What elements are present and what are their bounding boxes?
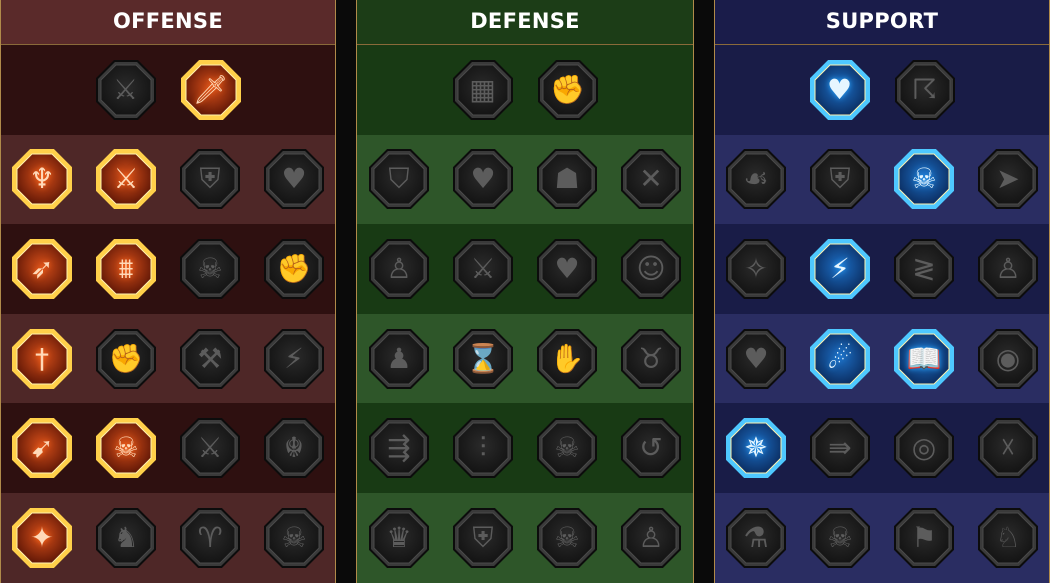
defense-skill-node[interactable]: ♙: [619, 506, 683, 570]
offense-skill-node[interactable]: ⛨: [178, 147, 242, 211]
offense-skill-node[interactable]: ☬: [262, 416, 326, 480]
support-tier-3: ✧ ⚡ ≷ ♙: [715, 224, 1049, 314]
defense-skill-node[interactable]: ☠: [535, 416, 599, 480]
support-skill-node[interactable]: ☓: [976, 416, 1040, 480]
defense-skill-node[interactable]: ✋: [535, 327, 599, 391]
support-skill-node[interactable]: ☄: [808, 327, 872, 391]
support-skill-node[interactable]: ⛨: [808, 147, 872, 211]
support-skill-node[interactable]: ☠: [808, 506, 872, 570]
offense-title: OFFENSE: [1, 0, 335, 45]
defense-skill-node[interactable]: ↺: [619, 416, 683, 480]
support-tier-4: ♥ ☄ 📖 ◉: [715, 313, 1049, 404]
support-skill-node[interactable]: ➤: [976, 147, 1040, 211]
offense-skill-node[interactable]: ♞: [94, 506, 158, 570]
defense-skill-node[interactable]: ♥: [535, 237, 599, 301]
support-skill-node[interactable]: ♥: [808, 58, 872, 122]
offense-skill-node[interactable]: ⚔: [178, 416, 242, 480]
defense-tier-6: ♛ ⛨ ☠ ♙: [357, 492, 693, 583]
defense-panel: DEFENSE ▦ ✊ ⛉ ♥ ☗ ✕ ♙ ⚔ ♥ ☺ ♟ ⌛ ✋ ♉ ⇶ ⫶ ☠ ↺ ♛ ⛨ ☠ ♙: [356, 0, 694, 583]
offense-skill-node[interactable]: ⚔: [94, 147, 158, 211]
support-panel: SUPPORT ♥ ☈ ☙ ⛨ ☠ ➤ ✧ ⚡ ≷ ♙ ♥ ☄ 📖 ◉ ✵ ⇛ ◎ ☓ ⚗ ☠ ⚑ ♘: [714, 0, 1050, 583]
offense-skill-node[interactable]: ♆: [10, 147, 74, 211]
offense-skill-tree: ⚔ 🗡 ♆ ⚔ ⛨ ♥ ➶ ⩩ ☠ ✊ † ✊ ⚒ ⚡ ➹ ☠ ⚔ ☬ ✦ ♞ ♈ ☠: [1, 45, 335, 583]
support-skill-node[interactable]: ♘: [976, 506, 1040, 570]
offense-skill-node[interactable]: ⚡: [262, 327, 326, 391]
offense-skill-node[interactable]: ♈: [178, 506, 242, 570]
support-skill-node[interactable]: 📖: [892, 327, 956, 391]
offense-skill-node[interactable]: ➹: [10, 416, 74, 480]
support-tier-6: ⚗ ☠ ⚑ ♘: [715, 492, 1049, 583]
support-skill-node[interactable]: ⚑: [892, 506, 956, 570]
offense-tier-5: ➹ ☠ ⚔ ☬: [1, 403, 335, 493]
defense-skill-node[interactable]: ☗: [535, 147, 599, 211]
offense-skill-node[interactable]: ☠: [178, 237, 242, 301]
support-skill-node[interactable]: ◉: [976, 327, 1040, 391]
offense-skill-node[interactable]: ➶: [10, 237, 74, 301]
defense-skill-node[interactable]: ▦: [451, 58, 515, 122]
defense-tier-4: ♟ ⌛ ✋ ♉: [357, 313, 693, 404]
defense-skill-node[interactable]: ✊: [536, 58, 600, 122]
defense-skill-node[interactable]: ⚔: [451, 237, 515, 301]
offense-tier-4: † ✊ ⚒ ⚡: [1, 313, 335, 404]
support-skill-node[interactable]: ☈: [893, 58, 957, 122]
support-skill-node[interactable]: ◎: [892, 416, 956, 480]
support-skill-tree: ♥ ☈ ☙ ⛨ ☠ ➤ ✧ ⚡ ≷ ♙ ♥ ☄ 📖 ◉ ✵ ⇛ ◎ ☓ ⚗ ☠ ⚑ ♘: [715, 45, 1049, 583]
defense-tier-2: ⛉ ♥ ☗ ✕: [357, 134, 693, 225]
support-tier-5: ✵ ⇛ ◎ ☓: [715, 403, 1049, 493]
offense-skill-node[interactable]: †: [10, 327, 74, 391]
defense-skill-node[interactable]: ⌛: [451, 327, 515, 391]
support-skill-node[interactable]: ⇛: [808, 416, 872, 480]
offense-skill-node[interactable]: ☠: [94, 416, 158, 480]
offense-tier-6: ✦ ♞ ♈ ☠: [1, 492, 335, 583]
defense-skill-node[interactable]: ♥: [451, 147, 515, 211]
defense-skill-node[interactable]: ⫶: [451, 416, 515, 480]
support-tier-1: ♥ ☈: [715, 45, 1049, 135]
offense-skill-node[interactable]: ⚒: [178, 327, 242, 391]
offense-skill-node[interactable]: ☠: [262, 506, 326, 570]
defense-skill-node[interactable]: ♙: [367, 237, 431, 301]
defense-skill-node[interactable]: ♉: [619, 327, 683, 391]
offense-tier-3: ➶ ⩩ ☠ ✊: [1, 224, 335, 314]
offense-tier-1: ⚔ 🗡: [1, 45, 335, 135]
offense-panel: OFFENSE ⚔ 🗡 ♆ ⚔ ⛨ ♥ ➶ ⩩ ☠ ✊ † ✊ ⚒ ⚡ ➹ ☠ ⚔ ☬ ✦ ♞ ♈ ☠: [0, 0, 336, 583]
offense-skill-node[interactable]: ✊: [94, 327, 158, 391]
defense-tier-1: ▦ ✊: [357, 45, 693, 135]
defense-skill-node[interactable]: ♛: [367, 506, 431, 570]
defense-skill-node[interactable]: ✕: [619, 147, 683, 211]
support-tier-2: ☙ ⛨ ☠ ➤: [715, 134, 1049, 225]
offense-skill-node[interactable]: ⚔: [94, 58, 158, 122]
support-skill-node[interactable]: ✵: [724, 416, 788, 480]
defense-skill-node[interactable]: ⛉: [367, 147, 431, 211]
defense-tier-5: ⇶ ⫶ ☠ ↺: [357, 403, 693, 493]
offense-skill-node[interactable]: ✦: [10, 506, 74, 570]
defense-skill-tree: ▦ ✊ ⛉ ♥ ☗ ✕ ♙ ⚔ ♥ ☺ ♟ ⌛ ✋ ♉ ⇶ ⫶ ☠ ↺ ♛ ⛨ ☠ ♙: [357, 45, 693, 583]
support-title: SUPPORT: [715, 0, 1049, 45]
defense-tier-3: ♙ ⚔ ♥ ☺: [357, 224, 693, 314]
offense-skill-node[interactable]: ⩩: [94, 237, 158, 301]
defense-title: DEFENSE: [357, 0, 693, 45]
offense-skill-node[interactable]: ♥: [262, 147, 326, 211]
offense-skill-node[interactable]: ✊: [262, 237, 326, 301]
support-skill-node[interactable]: ☙: [724, 147, 788, 211]
offense-skill-node[interactable]: 🗡: [179, 58, 243, 122]
support-skill-node[interactable]: ≷: [892, 237, 956, 301]
support-skill-node[interactable]: ✧: [724, 237, 788, 301]
defense-skill-node[interactable]: ☠: [535, 506, 599, 570]
support-skill-node[interactable]: ☠: [892, 147, 956, 211]
defense-skill-node[interactable]: ⇶: [367, 416, 431, 480]
defense-skill-node[interactable]: ♟: [367, 327, 431, 391]
defense-skill-node[interactable]: ⛨: [451, 506, 515, 570]
support-skill-node[interactable]: ♥: [724, 327, 788, 391]
support-skill-node[interactable]: ♙: [976, 237, 1040, 301]
support-skill-node[interactable]: ⚗: [724, 506, 788, 570]
support-skill-node[interactable]: ⚡: [808, 237, 872, 301]
offense-tier-2: ♆ ⚔ ⛨ ♥: [1, 134, 335, 225]
defense-skill-node[interactable]: ☺: [619, 237, 683, 301]
